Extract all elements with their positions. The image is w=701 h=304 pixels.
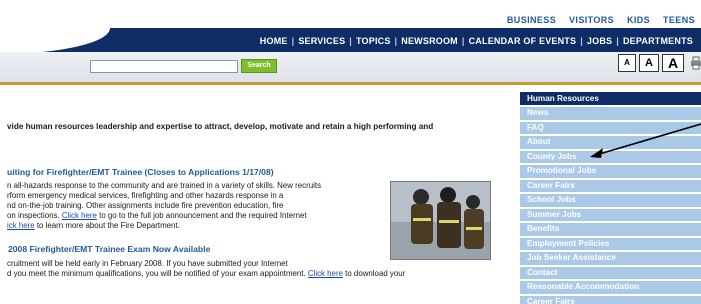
- nav-separator: |: [616, 36, 619, 46]
- article-text: on inspections.: [7, 211, 62, 220]
- nav-services[interactable]: SERVICES: [298, 36, 345, 46]
- nav-home[interactable]: HOME: [260, 36, 288, 46]
- nav-separator: |: [461, 36, 465, 46]
- nav-separator: |: [394, 36, 398, 46]
- sidebar-item-promotional-jobs[interactable]: Promotional Jobs: [520, 165, 701, 178]
- sidebar-item-benefits[interactable]: Benefits: [520, 223, 701, 236]
- article-text-line: d you meet the minimum qualifications, y…: [7, 269, 405, 279]
- nav-newsroom[interactable]: NEWSROOM: [401, 36, 458, 46]
- nav-separator: |: [291, 36, 295, 46]
- nav-topics[interactable]: TOPICS: [356, 36, 391, 46]
- sidebar-item-faq[interactable]: FAQ: [520, 121, 701, 134]
- utility-nav: BUSINESS VISITORS KIDS TEENS: [497, 15, 695, 25]
- sidebar-item-career-fairs-2[interactable]: Career Fairs: [520, 295, 701, 304]
- text-size-large-button[interactable]: A: [662, 54, 684, 72]
- article-text-line: rform emergency medical services, firefi…: [7, 191, 284, 200]
- article-text: to download your: [342, 269, 406, 278]
- article-title-exam-available[interactable]: 2008 Firefighter/EMT Trainee Exam Now Av…: [8, 244, 210, 254]
- article-title-firefighter-recruiting[interactable]: uiting for Firefighter/EMT Trainee (Clos…: [7, 167, 274, 177]
- firefighter-photo: [390, 181, 491, 260]
- mission-statement: vide human resources leadership and expe…: [7, 122, 434, 131]
- sidebar-item-news[interactable]: News: [520, 107, 701, 120]
- article-text: d you meet the minimum qualifications, y…: [7, 269, 308, 278]
- article-text: to go to the full job announcement and t…: [96, 211, 307, 220]
- job-announcement-link[interactable]: Click here: [62, 211, 97, 220]
- sidebar-item-county-jobs[interactable]: County Jobs: [520, 150, 701, 163]
- sidebar-item-contact[interactable]: Contact: [520, 266, 701, 279]
- nav-departments[interactable]: DEPARTMENTS: [623, 36, 693, 46]
- utility-link-business[interactable]: BUSINESS: [507, 15, 556, 25]
- article-text-line: on inspections. Click here to go to the …: [7, 211, 307, 221]
- sidebar-item-career-fairs[interactable]: Career Fairs: [520, 179, 701, 192]
- nav-separator: |: [349, 36, 352, 46]
- sidebar-item-school-jobs[interactable]: School Jobs: [520, 194, 701, 207]
- nav-jobs[interactable]: JOBS: [587, 36, 612, 46]
- search-input[interactable]: [90, 60, 238, 73]
- main-nav: HOME | SERVICES | TOPICS | NEWSROOM | CALENDAR O…: [260, 36, 693, 46]
- article-text-line: cruitment will be held early in February…: [7, 259, 288, 268]
- sidebar-item-job-seeker-assistance[interactable]: Job Seeker Assistance: [520, 252, 701, 265]
- sidebar-header: Human Resources: [520, 92, 701, 105]
- article-text: to learn more about the Fire Department.: [34, 221, 180, 230]
- article-text-line: n all-hazards response to the community …: [7, 181, 322, 190]
- utility-link-teens[interactable]: TEENS: [663, 15, 695, 25]
- sidebar-item-employment-policies[interactable]: Employment Policies: [520, 237, 701, 250]
- article-text-line: nd on-the-job training. Other assignment…: [7, 201, 284, 210]
- printer-icon[interactable]: [690, 56, 701, 70]
- utility-link-visitors[interactable]: VISITORS: [569, 15, 614, 25]
- article-text-line: ick here to learn more about the Fire De…: [7, 221, 180, 231]
- nav-separator: |: [580, 36, 583, 46]
- sidebar-item-summer-jobs[interactable]: Summer Jobs: [520, 208, 701, 221]
- nav-calendar-of-events[interactable]: CALENDAR OF EVENTS: [469, 36, 577, 46]
- sidebar-item-reasonable-accommodation[interactable]: Reasonable Accommodation: [520, 281, 701, 294]
- sidebar-nav: Human Resources News FAQ About County Jo…: [520, 92, 701, 304]
- search-button[interactable]: Search: [241, 59, 277, 73]
- text-size-small-button[interactable]: A: [618, 54, 636, 72]
- utility-link-kids[interactable]: KIDS: [627, 15, 650, 25]
- sidebar-item-about[interactable]: About: [520, 136, 701, 149]
- accent-divider: [0, 82, 701, 85]
- download-link[interactable]: Click here: [308, 269, 343, 278]
- fire-department-link[interactable]: ick here: [7, 221, 35, 230]
- text-size-medium-button[interactable]: A: [639, 54, 659, 72]
